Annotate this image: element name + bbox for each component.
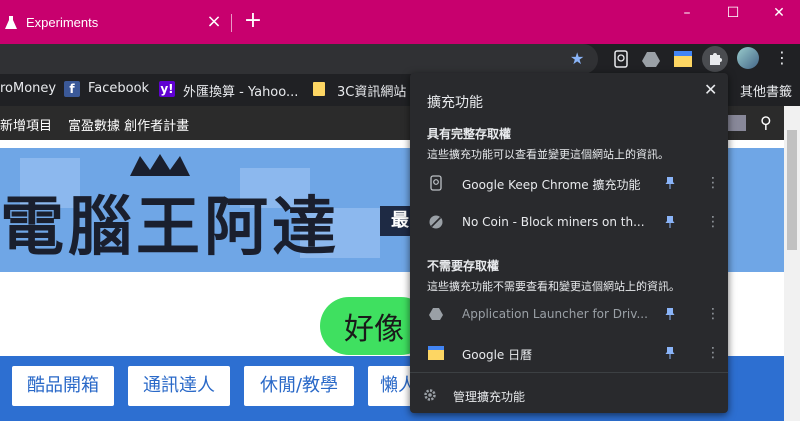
bookmark-facebook[interactable]: Facebook: [88, 81, 149, 96]
gear-icon: [424, 389, 436, 401]
popup-close-icon[interactable]: ✕: [704, 80, 717, 99]
bookmark-romoney[interactable]: roMoney: [0, 81, 56, 96]
yahoo-icon: y!: [159, 81, 175, 97]
profile-avatar[interactable]: [737, 47, 759, 69]
extension-label-launcher: Application Launcher for Driv...: [462, 307, 648, 321]
chrome-menu-icon[interactable]: ⋮: [774, 48, 790, 68]
tab-title: Experiments: [26, 15, 99, 30]
popup-divider: [410, 372, 728, 373]
site-link-creator[interactable]: 富盈數據 創作者計畫: [68, 115, 189, 134]
nav-button-telecom[interactable]: 通訊達人: [128, 366, 230, 406]
lightbulb-keep-icon[interactable]: [610, 48, 632, 70]
folder-icon: [313, 82, 325, 96]
extension-label-keep: Google Keep Chrome 擴充功能: [462, 178, 641, 192]
tab-close-icon[interactable]: ×: [205, 13, 223, 31]
extensions-puzzle-button[interactable]: [702, 46, 728, 72]
flask-icon: [5, 16, 17, 29]
section-full-access-desc: 這些擴充功能可以查看並變更這個網站上的資訊。: [427, 148, 669, 161]
calendar-icon: [428, 346, 444, 360]
calendar-icon[interactable]: [672, 48, 694, 70]
nav-button-leisure[interactable]: 休閒/教學: [244, 366, 354, 406]
bookmark-other[interactable]: 其他書籤: [740, 81, 792, 100]
promo-pill-text: 好像: [344, 312, 404, 347]
more-options-icon[interactable]: ⋮: [706, 215, 720, 229]
tab-experiments[interactable]: Experiments ×: [0, 6, 232, 44]
maximize-button[interactable]: ☐: [710, 2, 756, 24]
extension-label-calendar: Google 日曆: [462, 348, 533, 362]
pin-icon[interactable]: [665, 215, 675, 229]
star-bookmark-icon[interactable]: ★: [570, 49, 584, 68]
puzzle-icon: [710, 53, 722, 65]
more-options-icon[interactable]: ⋮: [706, 176, 720, 190]
drive-icon[interactable]: [640, 48, 662, 70]
scrollbar-thumb[interactable]: [787, 130, 797, 250]
nav-button-unboxing[interactable]: 酷品開箱: [12, 366, 114, 406]
manage-extensions-label: 管理擴充功能: [453, 390, 526, 404]
bookmark-yahoo[interactable]: 外匯換算 - Yahoo...: [183, 81, 298, 100]
banner-title: 電腦王阿達: [0, 191, 340, 265]
drive-icon: [429, 308, 443, 320]
new-tab-button[interactable]: +: [243, 10, 263, 32]
search-icon[interactable]: ⚲: [760, 113, 772, 132]
more-options-icon[interactable]: ⋮: [706, 346, 720, 360]
address-bar[interactable]: [0, 44, 598, 74]
facebook-icon: f: [64, 81, 80, 97]
pin-icon[interactable]: [665, 346, 675, 360]
extension-row-calendar[interactable]: [410, 340, 728, 368]
section-no-access-desc: 這些擴充功能不需要查看和變更這個網站上的資訊。: [427, 280, 680, 293]
bookmark-3c[interactable]: 3C資訊網站: [337, 81, 406, 100]
pin-icon[interactable]: [665, 307, 675, 321]
keep-icon: [430, 175, 442, 191]
user-thumb[interactable]: [728, 115, 746, 131]
section-full-access-heading: 具有完整存取權: [427, 127, 512, 141]
close-window-button[interactable]: ✕: [756, 2, 800, 24]
pin-icon[interactable]: [665, 176, 675, 190]
site-link-new[interactable]: 新增項目: [0, 115, 52, 134]
more-options-icon[interactable]: ⋮: [706, 307, 720, 321]
extension-label-nocoin: No Coin - Block miners on th...: [462, 215, 645, 229]
section-no-access-heading: 不需要存取權: [427, 259, 500, 273]
tab-separator: [231, 14, 232, 32]
minimize-button[interactable]: –: [664, 2, 710, 24]
popup-title: 擴充功能: [427, 95, 483, 111]
no-coin-icon: [429, 215, 443, 229]
